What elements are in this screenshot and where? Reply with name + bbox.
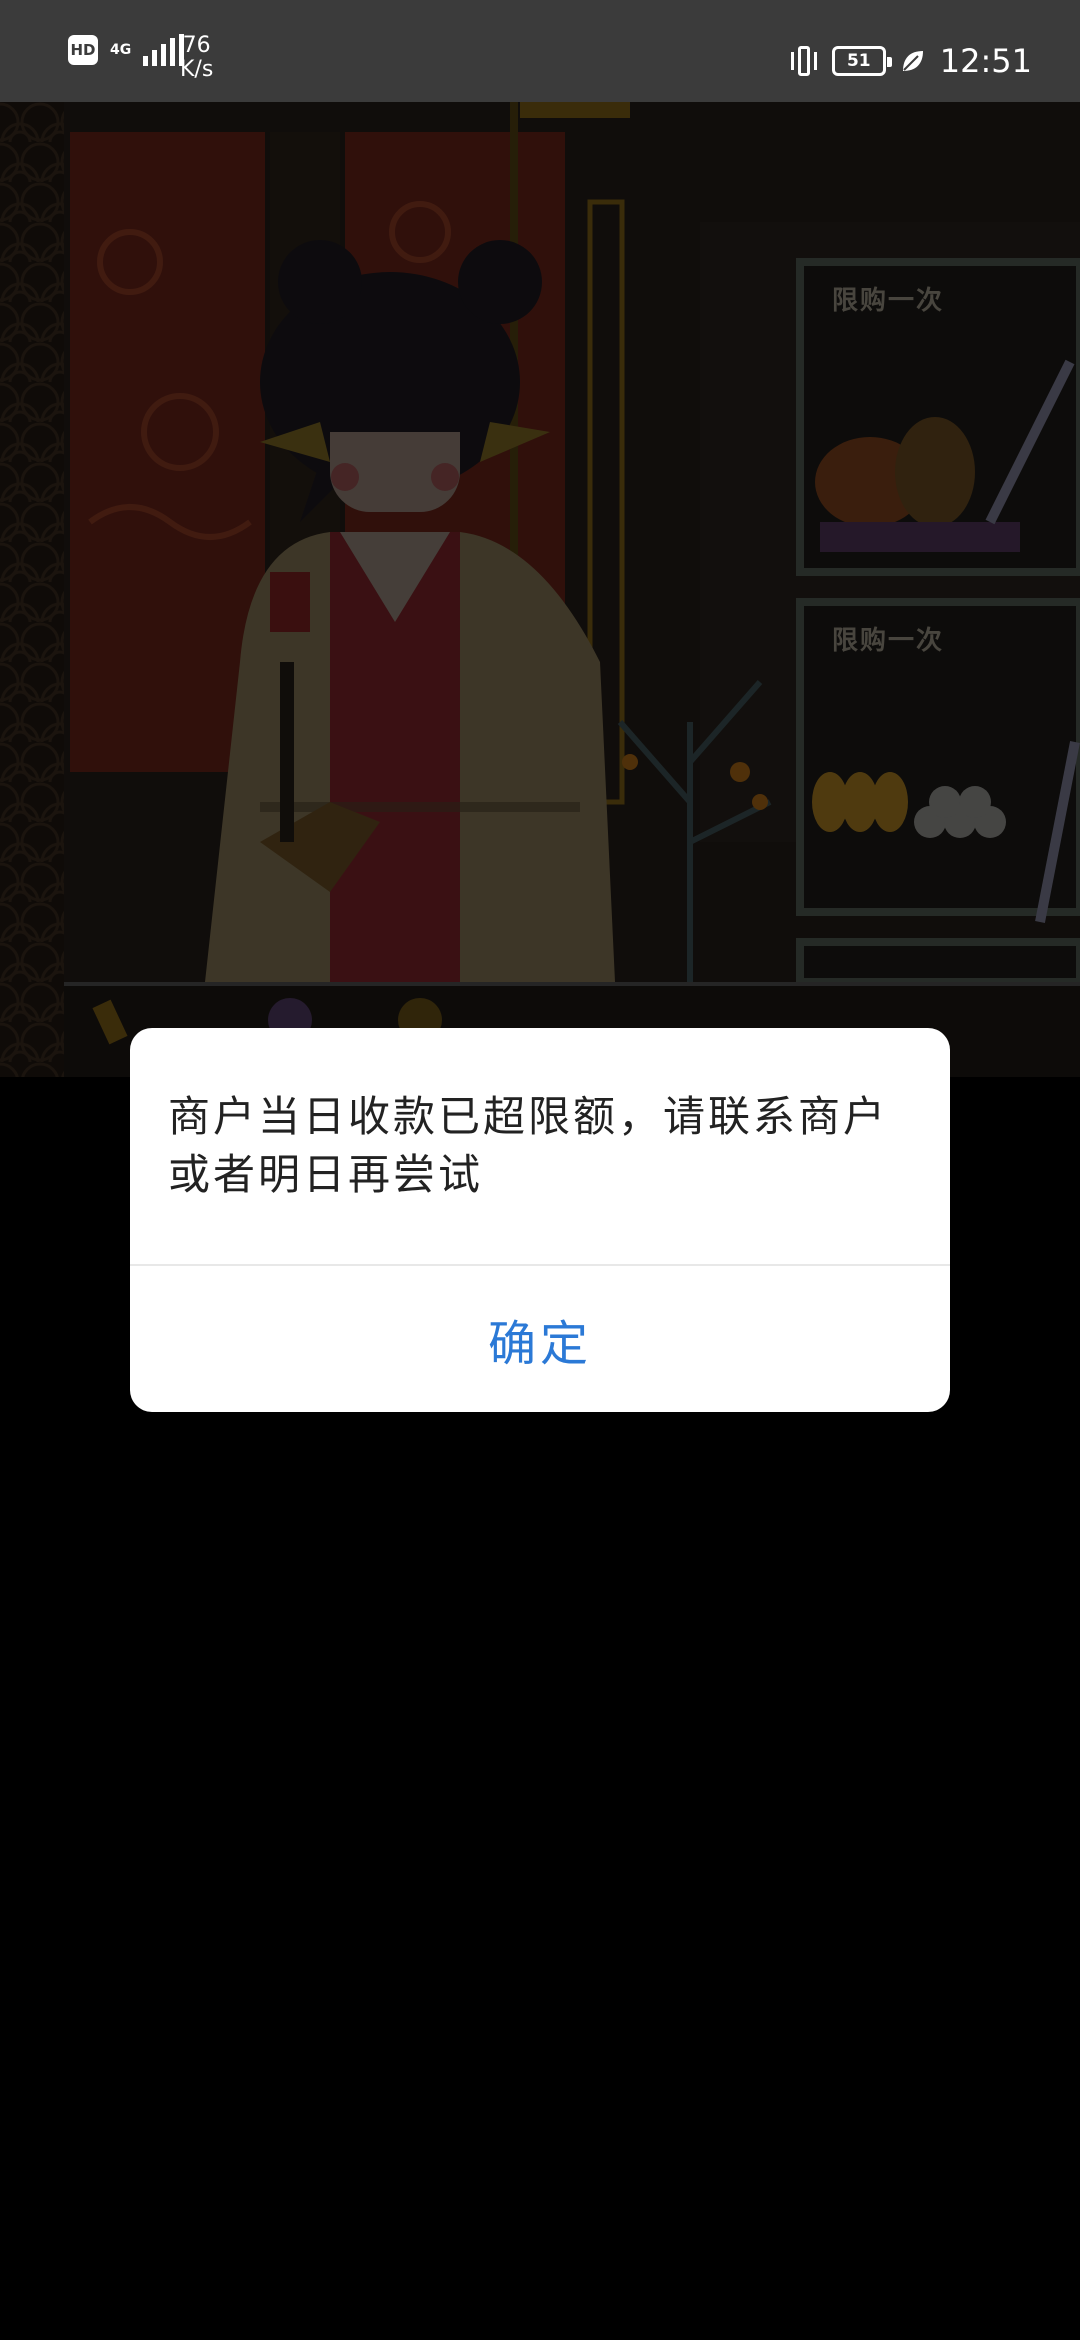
status-left: HD 4G bbox=[68, 30, 185, 70]
confirm-button[interactable]: 确定 bbox=[130, 1266, 950, 1412]
battery-icon: 51 bbox=[831, 46, 892, 76]
payment-limit-dialog: 商户当日收款已超限额，请联系商户或者明日再尝试 确定 bbox=[130, 1028, 950, 1412]
network-speed: 76 K/s bbox=[180, 34, 213, 82]
status-right: 51 12:51 bbox=[790, 36, 1032, 86]
speed-value: 76 bbox=[182, 33, 211, 58]
power-saving-leaf-icon bbox=[902, 51, 923, 71]
hd-icon: HD bbox=[68, 35, 98, 65]
speed-unit: K/s bbox=[180, 57, 214, 82]
status-bar: HD 4G 76 K/s 51 12:51 bbox=[0, 0, 1080, 102]
clock: 12:51 bbox=[939, 42, 1032, 80]
dialog-message: 商户当日收款已超限额，请联系商户或者明日再尝试 bbox=[168, 1092, 889, 1199]
network-type: 4G bbox=[110, 42, 132, 58]
signal-icon bbox=[143, 34, 185, 66]
battery-level: 51 bbox=[846, 51, 871, 71]
vibrate-icon bbox=[790, 46, 818, 76]
